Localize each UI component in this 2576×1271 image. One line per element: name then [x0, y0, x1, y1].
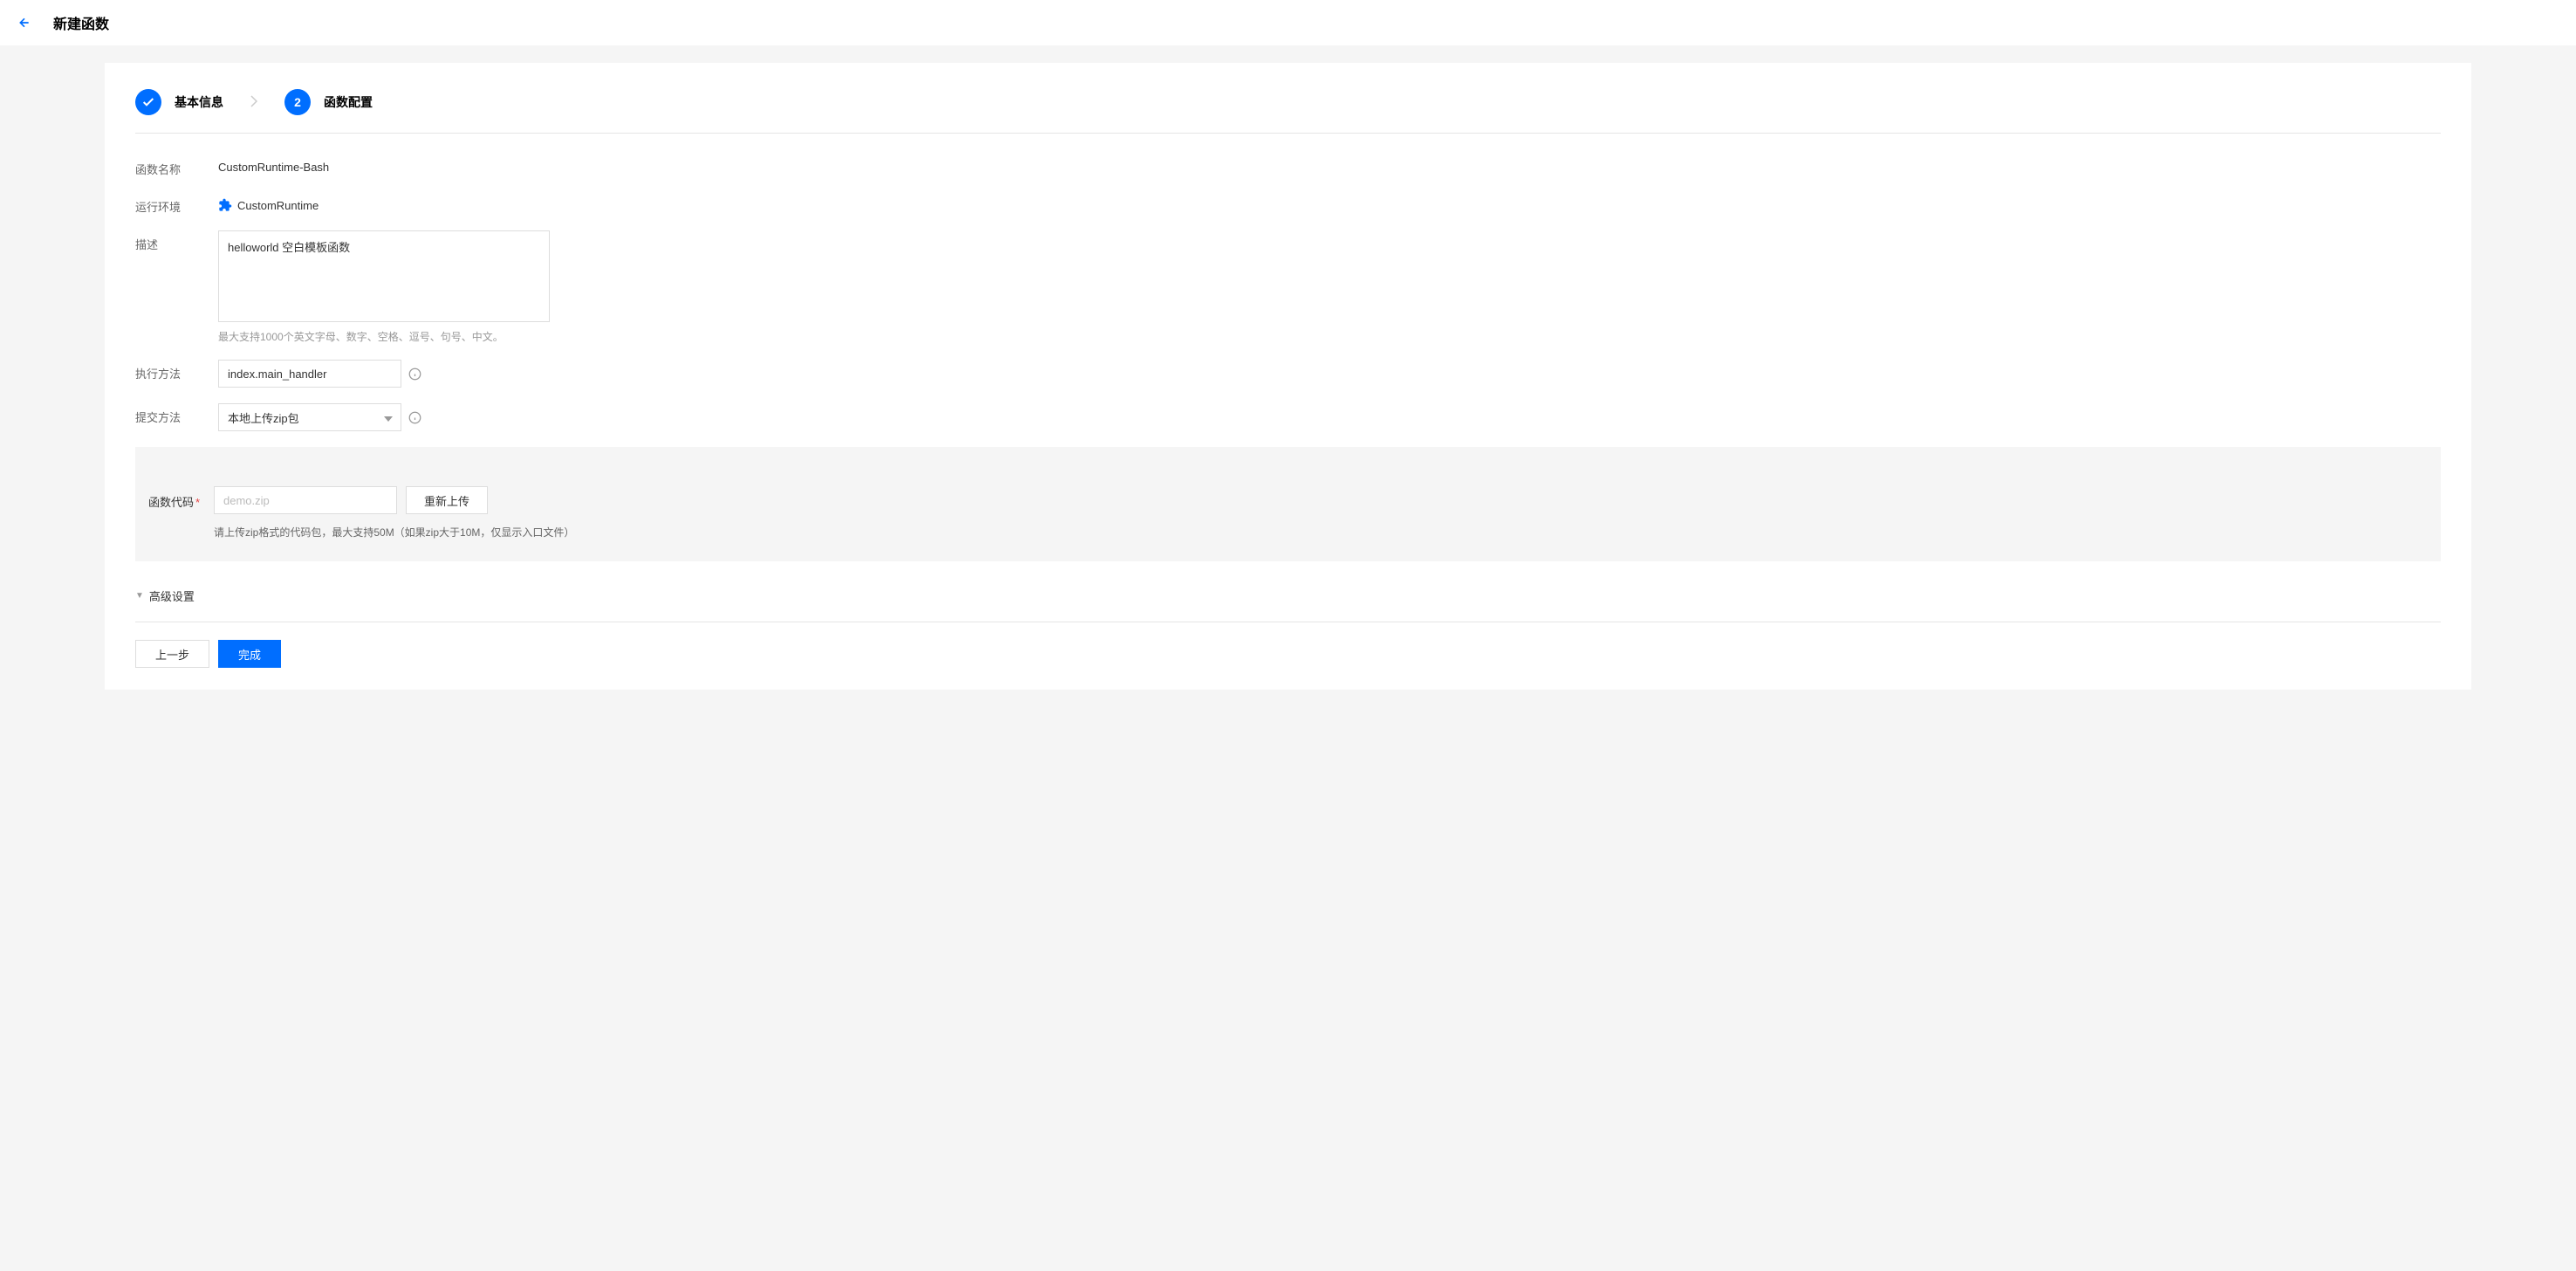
page-title: 新建函数 — [53, 12, 109, 33]
stepper: 基本信息 2 函数配置 — [135, 89, 2441, 133]
divider — [135, 133, 2441, 134]
step-1-circle — [135, 89, 161, 115]
handler-label: 执行方法 — [135, 360, 218, 381]
puzzle-icon — [218, 198, 232, 212]
collapse-triangle-icon: ▼ — [135, 591, 144, 601]
runtime-text: CustomRuntime — [237, 199, 319, 212]
handler-input[interactable] — [218, 360, 401, 388]
step-2-label: 函数配置 — [324, 93, 373, 111]
function-name-row: 函数名称 CustomRuntime-Bash — [135, 155, 2441, 177]
code-file-input[interactable]: demo.zip — [214, 486, 397, 514]
code-hint: 请上传zip格式的代码包，最大支持50M（如果zip大于10M，仅显示入口文件） — [214, 525, 2428, 539]
submit-method-label: 提交方法 — [135, 403, 218, 425]
code-section: 函数代码* demo.zip 重新上传 请上传zip格式的代码包，最大支持50M… — [135, 447, 2441, 561]
footer-buttons: 上一步 完成 — [135, 640, 2441, 668]
step-function-config[interactable]: 2 函数配置 — [284, 89, 373, 115]
advanced-settings-toggle[interactable]: ▼ 高级设置 — [135, 574, 2441, 617]
description-label: 描述 — [135, 230, 218, 252]
handler-info-icon[interactable] — [408, 368, 421, 381]
description-hint: 最大支持1000个英文字母、数字、空格、逗号、句号、中文。 — [218, 329, 550, 344]
code-label: 函数代码* — [148, 486, 214, 510]
runtime-value: CustomRuntime — [218, 193, 319, 212]
submit-method-select[interactable]: 本地上传zip包 — [218, 403, 401, 431]
main-container: 基本信息 2 函数配置 函数名称 CustomRuntime-Bash 运行环境 — [0, 45, 2576, 707]
submit-method-value: 本地上传zip包 — [228, 409, 299, 426]
description-row: 描述 最大支持1000个英文字母、数字、空格、逗号、句号、中文。 — [135, 230, 2441, 344]
required-indicator: * — [195, 496, 200, 509]
function-name-value: CustomRuntime-Bash — [218, 155, 329, 174]
submit-method-row: 提交方法 本地上传zip包 — [135, 403, 2441, 431]
page-header: 新建函数 — [0, 0, 2576, 45]
step-1-label: 基本信息 — [175, 93, 223, 111]
reupload-button[interactable]: 重新上传 — [406, 486, 488, 514]
function-name-label: 函数名称 — [135, 155, 218, 177]
check-icon — [141, 95, 155, 109]
description-input[interactable] — [218, 230, 550, 322]
step-2-circle: 2 — [284, 89, 311, 115]
submit-method-info-icon[interactable] — [408, 411, 421, 424]
finish-button[interactable]: 完成 — [218, 640, 281, 668]
runtime-row: 运行环境 CustomRuntime — [135, 193, 2441, 215]
step-basic-info[interactable]: 基本信息 — [135, 89, 223, 115]
step-chevron-icon — [250, 94, 258, 111]
code-file-placeholder: demo.zip — [223, 494, 270, 507]
runtime-label: 运行环境 — [135, 193, 218, 215]
form-card: 基本信息 2 函数配置 函数名称 CustomRuntime-Bash 运行环境 — [105, 63, 2471, 690]
advanced-settings-label: 高级设置 — [149, 587, 195, 604]
back-arrow-icon — [17, 16, 31, 30]
handler-row: 执行方法 — [135, 360, 2441, 388]
prev-button[interactable]: 上一步 — [135, 640, 209, 668]
back-button[interactable] — [17, 16, 31, 30]
